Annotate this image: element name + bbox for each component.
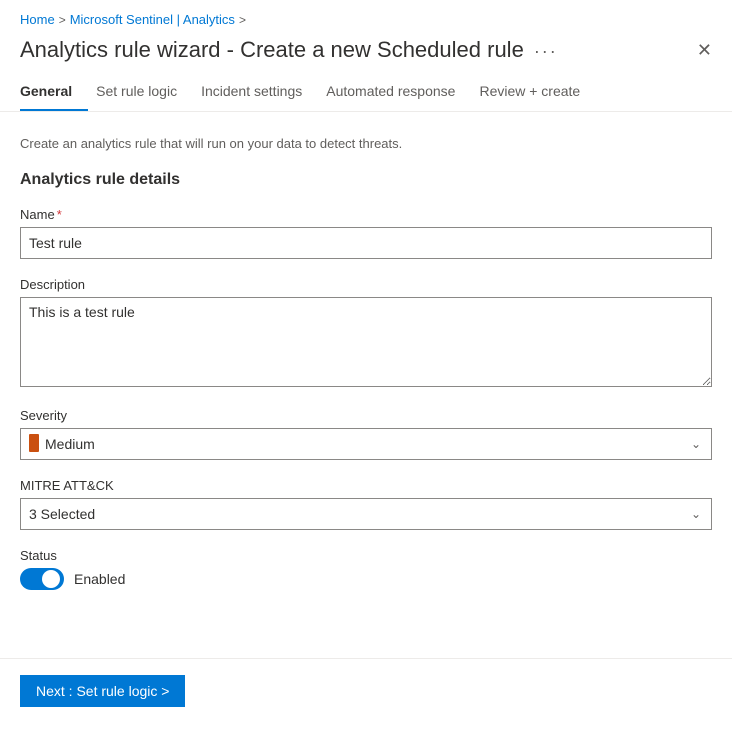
breadcrumb-sep2: >: [239, 13, 246, 27]
mitre-label: MITRE ATT&CK: [20, 478, 712, 493]
page-title: Analytics rule wizard - Create a new Sch…: [20, 37, 524, 63]
severity-chevron-icon: ⌄: [691, 437, 701, 451]
status-label: Status: [20, 548, 712, 563]
close-icon[interactable]: ✕: [697, 41, 712, 59]
tab-set-rule-logic[interactable]: Set rule logic: [96, 75, 193, 111]
breadcrumb-sentinel[interactable]: Microsoft Sentinel | Analytics: [70, 12, 235, 27]
page-header: Analytics rule wizard - Create a new Sch…: [0, 33, 732, 75]
severity-color-indicator: [29, 434, 39, 452]
severity-select[interactable]: Medium ⌄: [20, 428, 712, 460]
name-label: Name*: [20, 207, 712, 222]
name-input[interactable]: [20, 227, 712, 259]
mitre-value: 3 Selected: [29, 506, 95, 522]
breadcrumb-sep1: >: [59, 13, 66, 27]
tab-review-create[interactable]: Review + create: [479, 75, 596, 111]
mitre-select[interactable]: 3 Selected ⌄: [20, 498, 712, 530]
severity-label: Severity: [20, 408, 712, 423]
more-options-icon[interactable]: ···: [534, 41, 558, 62]
description-label: Description: [20, 277, 712, 292]
status-value-label: Enabled: [74, 571, 125, 587]
severity-field-group: Severity Medium ⌄: [20, 408, 712, 460]
next-button[interactable]: Next : Set rule logic >: [20, 675, 185, 707]
tab-automated-response[interactable]: Automated response: [326, 75, 471, 111]
page-header-left: Analytics rule wizard - Create a new Sch…: [20, 37, 558, 63]
page-subtitle: Create an analytics rule that will run o…: [20, 136, 712, 151]
description-field-group: Description This is a test rule: [20, 277, 712, 390]
status-toggle[interactable]: [20, 568, 64, 590]
status-row: Enabled: [20, 568, 712, 590]
breadcrumb-home[interactable]: Home: [20, 12, 55, 27]
content-area: Create an analytics rule that will run o…: [0, 112, 732, 628]
section-title: Analytics rule details: [20, 171, 712, 189]
mitre-select-wrapper: 3 Selected ⌄: [20, 498, 712, 530]
tab-general[interactable]: General: [20, 75, 88, 111]
name-field-group: Name*: [20, 207, 712, 259]
mitre-field-group: MITRE ATT&CK 3 Selected ⌄: [20, 478, 712, 530]
tabs-bar: General Set rule logic Incident settings…: [0, 75, 732, 112]
description-textarea[interactable]: This is a test rule: [20, 297, 712, 387]
severity-value: Medium: [45, 436, 95, 452]
tab-incident-settings[interactable]: Incident settings: [201, 75, 318, 111]
toggle-knob: [42, 570, 60, 588]
footer-bar: Next : Set rule logic >: [0, 658, 732, 723]
status-field-group: Status Enabled: [20, 548, 712, 590]
mitre-chevron-icon: ⌄: [691, 507, 701, 521]
breadcrumb: Home > Microsoft Sentinel | Analytics >: [0, 0, 732, 33]
